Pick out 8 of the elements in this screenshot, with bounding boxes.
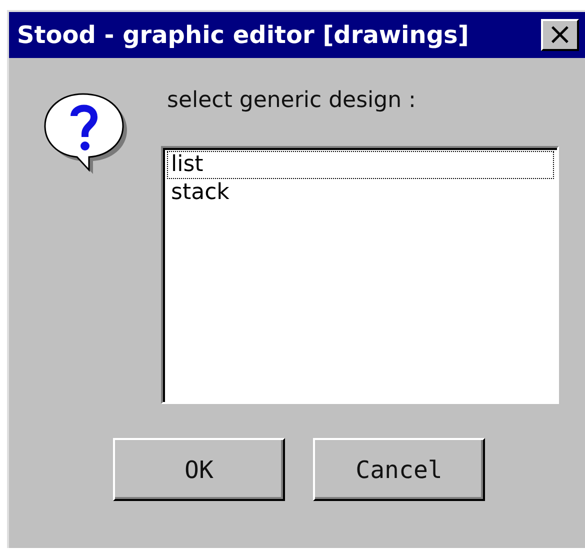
list-item[interactable]: list	[167, 151, 554, 179]
design-list[interactable]: list stack	[161, 146, 559, 404]
cancel-button[interactable]: Cancel	[313, 438, 485, 501]
window-title: Stood - graphic editor [drawings]	[17, 21, 469, 49]
list-item[interactable]: stack	[167, 179, 554, 207]
prompt-label: select generic design :	[167, 88, 417, 115]
ok-button[interactable]: OK	[113, 438, 285, 501]
close-button[interactable]: ×	[541, 19, 579, 51]
